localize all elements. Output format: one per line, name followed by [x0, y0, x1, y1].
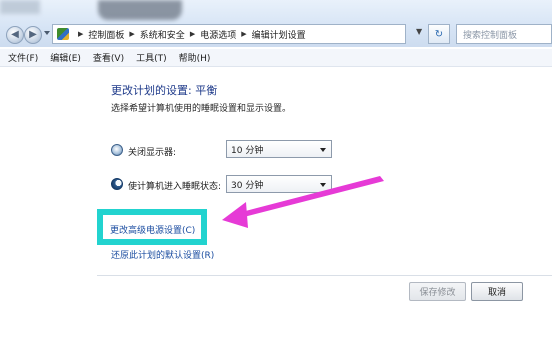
page-title: 更改计划的设置: 平衡: [111, 84, 218, 97]
back-arrow-icon: ◀: [11, 29, 19, 40]
display-off-select[interactable]: 10 分钟: [226, 140, 332, 158]
menu-tools[interactable]: 工具(T): [136, 51, 167, 64]
menu-bar: 文件(F) 编辑(E) 查看(V) 工具(T) 帮助(H): [0, 49, 552, 67]
menu-file[interactable]: 文件(F): [8, 51, 38, 64]
display-off-label: 关闭显示器:: [128, 148, 177, 158]
blurred-area: [0, 0, 40, 14]
breadcrumb-chevron-icon[interactable]: ▶: [129, 30, 134, 38]
recent-pages-dropdown[interactable]: [44, 31, 50, 35]
search-input[interactable]: 搜索控制面板: [456, 24, 552, 44]
divider: [97, 275, 552, 276]
back-button[interactable]: ◀: [6, 26, 24, 44]
address-dropdown-icon[interactable]: ▼: [416, 27, 422, 36]
control-panel-icon: [57, 28, 69, 40]
forward-arrow-icon: ▶: [29, 29, 37, 40]
breadcrumb-power-options[interactable]: 电源选项: [200, 28, 236, 41]
breadcrumb-edit-plan[interactable]: 编辑计划设置: [252, 28, 306, 41]
sleep-value: 30 分钟: [231, 180, 264, 191]
breadcrumb-control-panel[interactable]: 控制面板: [88, 28, 124, 41]
breadcrumb-chevron-icon[interactable]: ▶: [190, 30, 195, 38]
menu-edit[interactable]: 编辑(E): [50, 51, 81, 64]
sleep-select[interactable]: 30 分钟: [226, 175, 332, 193]
blurred-area: [98, 0, 182, 20]
breadcrumb-system-security[interactable]: 系统和安全: [140, 28, 185, 41]
sleep-icon: [111, 178, 123, 190]
cancel-button[interactable]: 取消: [471, 282, 523, 301]
restore-defaults-link[interactable]: 还原此计划的默认设置(R): [111, 248, 214, 261]
menu-help[interactable]: 帮助(H): [179, 51, 211, 64]
save-changes-button[interactable]: 保存修改: [409, 282, 466, 301]
display-icon: [111, 144, 123, 156]
breadcrumb-chevron-icon[interactable]: ▶: [241, 30, 246, 38]
refresh-button[interactable]: ↻: [428, 24, 450, 44]
display-off-value: 10 分钟: [231, 145, 264, 156]
sleep-label: 使计算机进入睡眠状态:: [128, 182, 222, 192]
dropdown-arrow-icon: [320, 148, 326, 152]
address-breadcrumb[interactable]: ▶ 控制面板 ▶ 系统和安全 ▶ 电源选项 ▶ 编辑计划设置: [52, 24, 406, 44]
refresh-icon: ↻: [434, 28, 444, 40]
search-placeholder: 搜索控制面板: [463, 30, 518, 41]
dropdown-arrow-icon: [320, 183, 326, 187]
advanced-settings-link[interactable]: 更改高级电源设置(C): [110, 223, 195, 236]
forward-button[interactable]: ▶: [24, 26, 42, 44]
annotation-arrow-head: [222, 202, 248, 228]
page-subtitle: 选择希望计算机使用的睡眠设置和显示设置。: [111, 104, 292, 114]
menu-view[interactable]: 查看(V): [93, 51, 124, 64]
breadcrumb-chevron-icon[interactable]: ▶: [78, 30, 83, 38]
